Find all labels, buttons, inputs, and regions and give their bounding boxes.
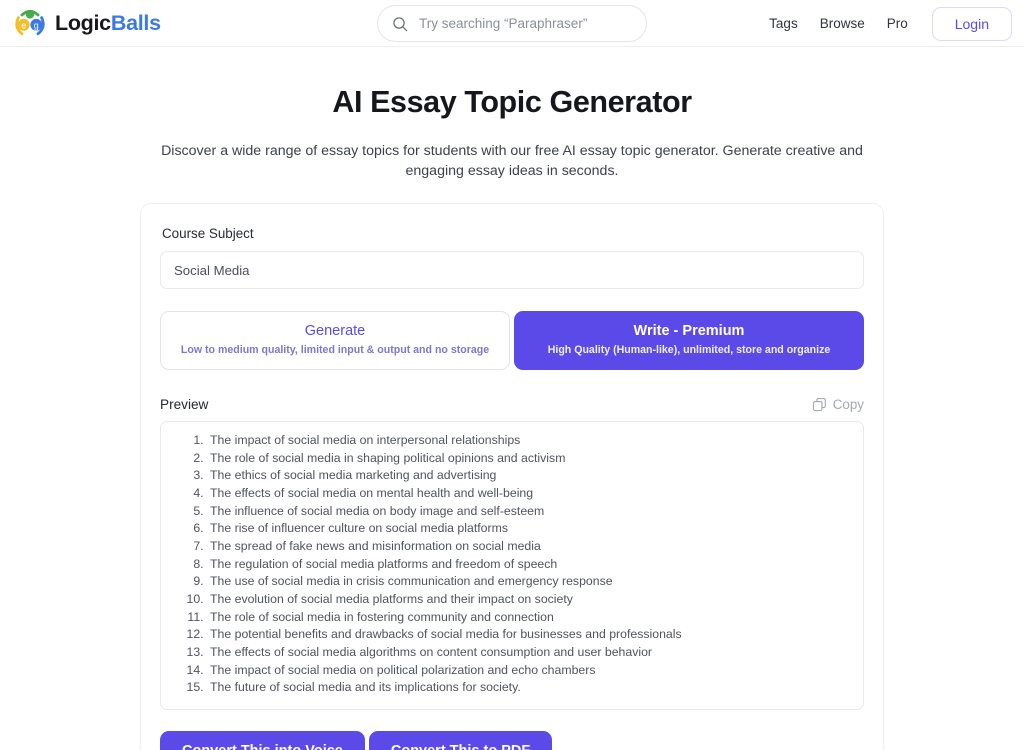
course-subject-label: Course Subject xyxy=(162,226,254,241)
convert-to-pdf-button[interactable]: Convert This to PDF xyxy=(368,730,553,750)
brand-logo[interactable]: e g LogicBalls xyxy=(12,6,161,40)
svg-text:e: e xyxy=(21,21,26,31)
copy-button[interactable]: Copy xyxy=(812,397,864,412)
generate-button[interactable]: Generate Low to medium quality, limited … xyxy=(160,311,510,370)
list-item: The impact of social media on political … xyxy=(207,662,849,680)
list-item: The effects of social media algorithms o… xyxy=(207,644,849,662)
brand-text-logic: Logic xyxy=(55,10,111,35)
generator-card: Course Subject Generate Low to medium qu… xyxy=(140,203,884,750)
preview-header: Preview Copy xyxy=(160,397,864,412)
action-button-row: Convert This into Voice Convert This to … xyxy=(160,730,864,750)
list-item: The role of social media in fostering co… xyxy=(207,609,849,627)
write-premium-button-title: Write - Premium xyxy=(633,323,745,339)
copy-icon xyxy=(812,397,826,412)
brand-wordmark: LogicBalls xyxy=(55,11,161,36)
mode-button-row: Generate Low to medium quality, limited … xyxy=(160,311,864,370)
nav-link-pro[interactable]: Pro xyxy=(887,16,908,31)
page-description: Discover a wide range of essay topics fo… xyxy=(161,143,863,179)
list-item: The use of social media in crisis commun… xyxy=(207,573,849,591)
preview-title: Preview xyxy=(160,397,209,412)
primary-nav: Tags Browse Pro Login xyxy=(769,0,1012,47)
copy-button-label: Copy xyxy=(832,397,864,412)
list-item: The spread of fake news and misinformati… xyxy=(207,538,849,556)
nav-link-browse[interactable]: Browse xyxy=(820,16,865,31)
list-item: The impact of social media on interperso… xyxy=(207,432,849,450)
list-item: The effects of social media on mental he… xyxy=(207,485,849,503)
list-item: The future of social media and its impli… xyxy=(207,679,849,697)
essay-topic-list: The impact of social media on interperso… xyxy=(175,432,849,697)
brand-text-balls: Balls xyxy=(110,10,161,35)
login-button[interactable]: Login xyxy=(931,6,1012,41)
search-bar[interactable] xyxy=(377,5,647,42)
list-item: The regulation of social media platforms… xyxy=(207,556,849,574)
logicballs-logo-icon: e g xyxy=(15,9,45,36)
list-item: The influence of social media on body im… xyxy=(207,503,849,521)
search-input[interactable] xyxy=(417,15,632,32)
course-subject-input[interactable] xyxy=(160,251,864,289)
list-item: The evolution of social media platforms … xyxy=(207,591,849,609)
list-item: The ethics of social media marketing and… xyxy=(207,467,849,485)
convert-to-voice-button[interactable]: Convert This into Voice xyxy=(160,730,365,750)
write-premium-button[interactable]: Write - Premium High Quality (Human-like… xyxy=(514,311,864,370)
write-premium-button-subtitle: High Quality (Human-like), unlimited, st… xyxy=(547,344,831,356)
site-header: e g LogicBalls Tags Browse Pro Login xyxy=(0,0,1024,47)
page-title: AI Essay Topic Generator xyxy=(332,85,692,119)
preview-output-box: The impact of social media on interperso… xyxy=(160,421,864,710)
list-item: The rise of influencer culture on social… xyxy=(207,520,849,538)
svg-text:g: g xyxy=(34,21,39,31)
list-item: The potential benefits and drawbacks of … xyxy=(207,626,849,644)
hero-section: AI Essay Topic Generator Discover a wide… xyxy=(0,47,1024,181)
list-item: The role of social media in shaping poli… xyxy=(207,450,849,468)
search-icon xyxy=(393,16,408,31)
nav-link-tags[interactable]: Tags xyxy=(769,16,798,31)
generate-button-title: Generate xyxy=(304,323,366,339)
generate-button-subtitle: Low to medium quality, limited input & o… xyxy=(180,344,490,356)
